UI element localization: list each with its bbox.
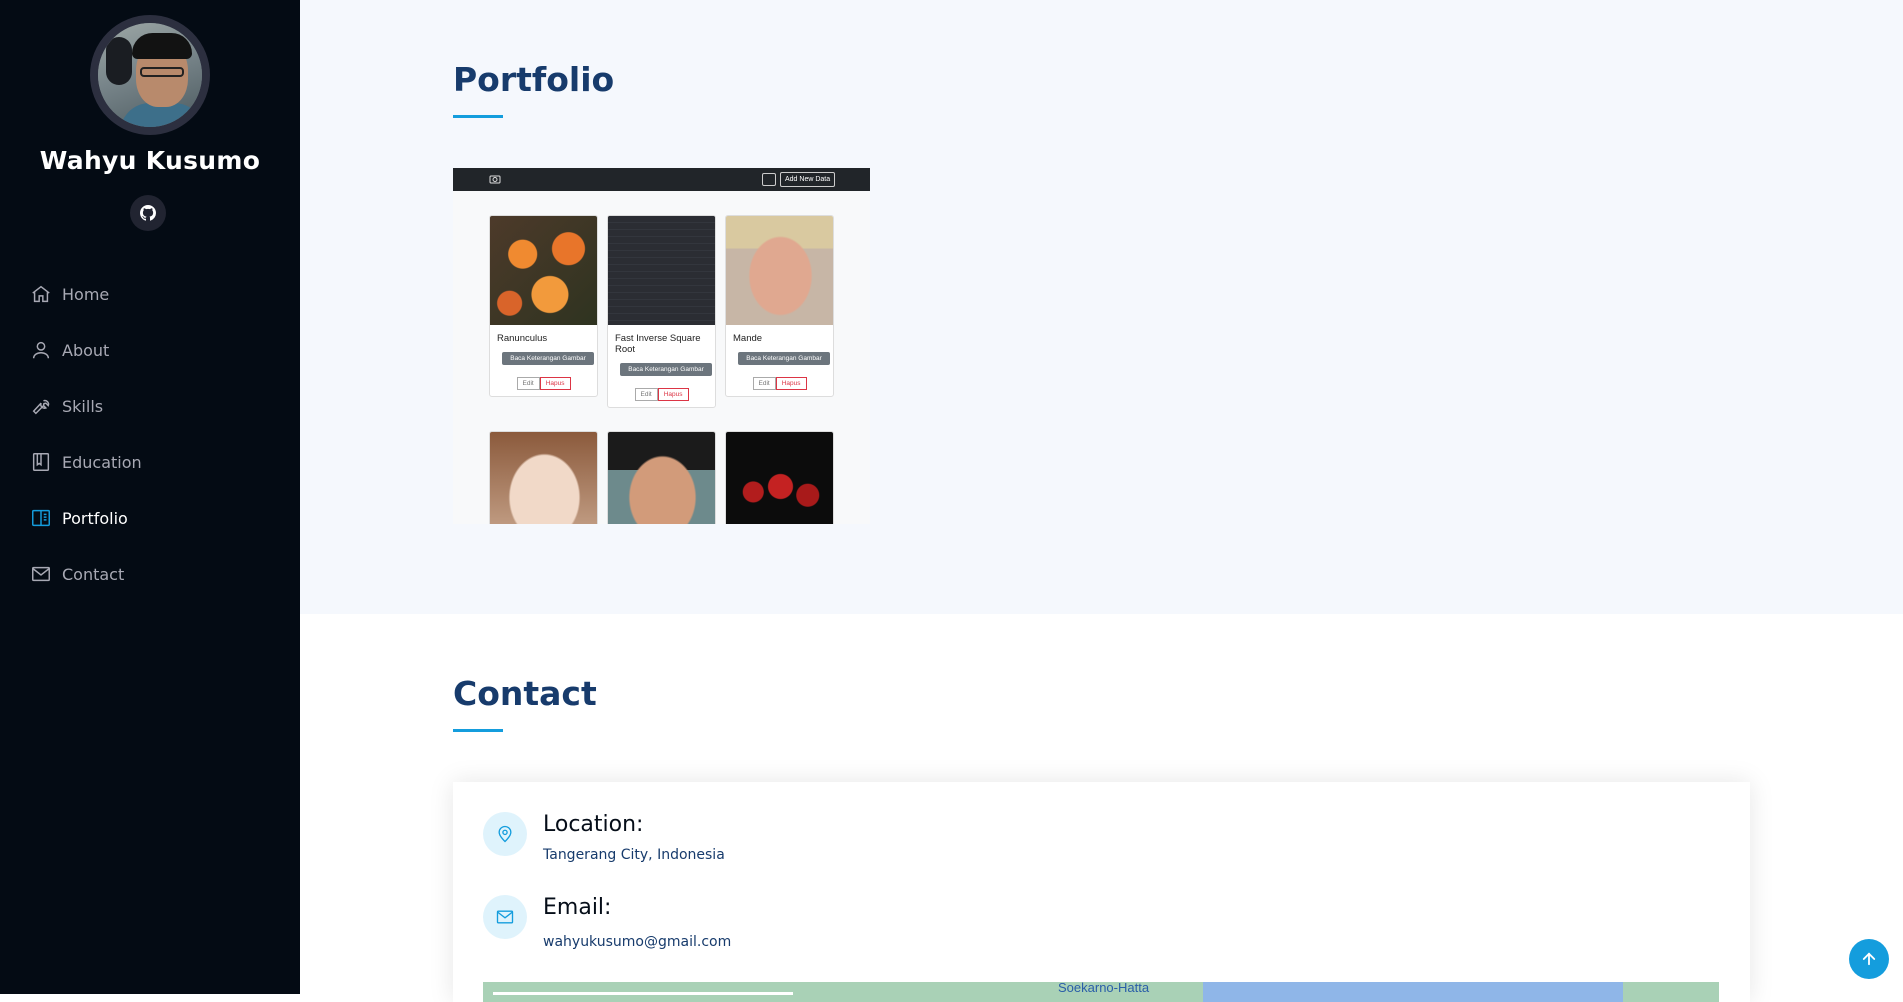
location-label: Location: — [543, 812, 644, 837]
portfolio-item-image[interactable]: Add New Data Ranunculus Baca Keterangan … — [453, 168, 870, 524]
camera-icon — [489, 175, 501, 184]
anime-image — [490, 432, 597, 524]
card-band — [725, 431, 834, 524]
band-image — [726, 432, 833, 524]
card-ranunculus: Ranunculus Baca Keterangan Gambar Edit H… — [489, 215, 598, 397]
card-caption: Mande — [733, 333, 763, 344]
card-caption: Fast Inverse Square Root — [615, 333, 701, 355]
nav-portfolio-label: Portfolio — [62, 508, 128, 528]
envelope-icon — [496, 910, 514, 924]
geo-pin-icon — [498, 825, 512, 843]
edit-button: Edit — [752, 377, 776, 390]
app-navbar: Add New Data — [453, 168, 870, 191]
map-water — [1203, 982, 1623, 1002]
profile-name: Wahyu Kusumo — [39, 146, 261, 175]
sidebar: Wahyu Kusumo Home About Skills Education… — [0, 0, 300, 994]
read-description-button: Baca Keterangan Gambar — [620, 363, 712, 376]
back-to-top-button[interactable] — [1849, 939, 1889, 979]
map-label: Soekarno-Hatta — [1058, 982, 1150, 995]
delete-button: Hapus — [775, 377, 807, 390]
github-link[interactable] — [130, 195, 166, 231]
edit-button: Edit — [516, 377, 540, 390]
card-actions: Edit Hapus — [608, 388, 715, 401]
contact-section: Contact Location: Tangerang City, Indone… — [300, 614, 1903, 1002]
read-description-button: Baca Keterangan Gambar — [738, 352, 830, 365]
nav-contact[interactable]: Contact — [30, 546, 280, 602]
nav-skills-label: Skills — [62, 396, 104, 416]
nav-about-label: About — [62, 340, 110, 360]
contact-info-card: Location: Tangerang City, Indonesia Emai… — [453, 782, 1750, 1002]
card-caption: Ranunculus — [497, 333, 548, 344]
edit-button: Edit — [634, 388, 658, 401]
email-icon-wrap — [483, 895, 527, 939]
github-icon — [140, 205, 156, 221]
card-anime — [489, 431, 598, 524]
selfie-image — [608, 432, 715, 524]
flower-image — [490, 216, 597, 325]
nav-contact-label: Contact — [62, 564, 125, 584]
card-fast-inverse-sqrt: Fast Inverse Square Root Baca Keterangan… — [607, 215, 716, 408]
title-underline — [453, 115, 503, 118]
add-new-data-button: Add New Data — [780, 172, 836, 187]
delete-button: Hapus — [657, 388, 689, 401]
nav-skills[interactable]: Skills — [30, 378, 280, 434]
card-actions: Edit Hapus — [490, 377, 597, 390]
title-underline — [453, 729, 503, 732]
portfolio-title: Portfolio — [453, 60, 615, 99]
nav-home[interactable]: Home — [30, 266, 280, 322]
email-value[interactable]: wahyukusumo@gmail.com — [543, 934, 731, 950]
book-icon — [32, 453, 50, 471]
arrow-up-icon — [1862, 952, 1876, 966]
card-actions: Edit Hapus — [726, 377, 833, 390]
code-image — [608, 216, 715, 325]
location-icon-wrap — [483, 812, 527, 856]
book-half-icon — [32, 509, 50, 527]
portrait-image — [726, 216, 833, 325]
house-icon — [32, 285, 50, 303]
github-icon — [762, 173, 776, 186]
wrench-icon — [32, 399, 50, 415]
card-selfie — [607, 431, 716, 524]
nav-education-label: Education — [62, 452, 142, 472]
nav-education[interactable]: Education — [30, 434, 280, 490]
email-label: Email: — [543, 895, 612, 920]
portfolio-section: Portfolio Add New Data Ranunculus Baca K… — [300, 0, 1903, 614]
contact-title: Contact — [453, 674, 597, 713]
location-value: Tangerang City, Indonesia — [543, 847, 725, 863]
person-icon — [32, 341, 50, 359]
envelope-icon — [32, 566, 50, 582]
embedded-map[interactable]: Soekarno-Hatta — [483, 982, 1719, 1002]
nav-about[interactable]: About — [30, 322, 280, 378]
nav-menu: Home About Skills Education Portfolio Co… — [30, 266, 280, 602]
delete-button: Hapus — [539, 377, 571, 390]
nav-portfolio[interactable]: Portfolio — [30, 490, 280, 546]
nav-home-label: Home — [62, 284, 110, 304]
read-description-button: Baca Keterangan Gambar — [502, 352, 594, 365]
avatar — [90, 15, 210, 135]
card-mande: Mande Baca Keterangan Gambar Edit Hapus — [725, 215, 834, 397]
